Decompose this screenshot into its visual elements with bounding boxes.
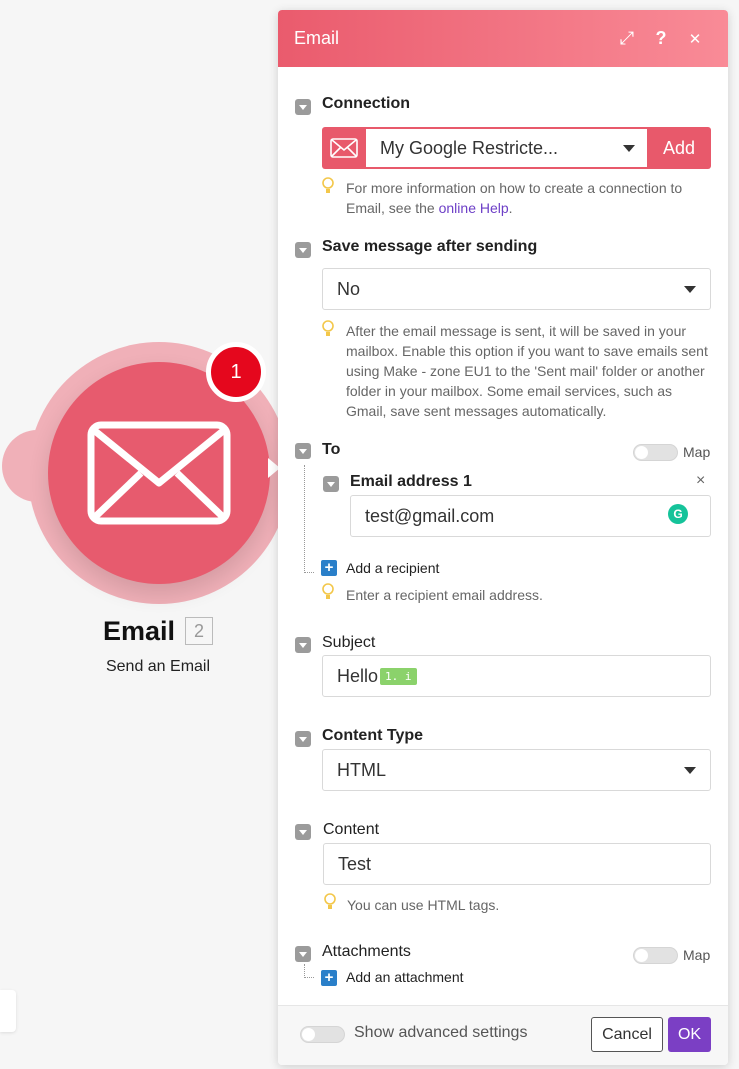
content-input[interactable]: Test [323, 843, 711, 885]
close-icon[interactable]: ✕ [678, 30, 712, 48]
to-collapse-toggle[interactable] [295, 443, 311, 459]
add-recipient-button[interactable]: Add a recipient [346, 560, 439, 576]
save-message-value: No [337, 278, 361, 299]
add-attachment-icon[interactable]: + [321, 970, 337, 986]
canvas-left-tab[interactable] [0, 990, 16, 1032]
advanced-settings-toggle[interactable] [300, 1026, 345, 1043]
to-map-toggle[interactable] [633, 444, 678, 461]
module-subtitle: Send an Email [105, 658, 211, 675]
connection-select-value: My Google Restricte... [380, 137, 559, 158]
email-module[interactable]: 1 Email 2 Send an Email [0, 330, 300, 710]
module-settings-panel: Email ⤢ ? ✕ Connection My Google Restric… [278, 10, 728, 1065]
subject-text: Hello [337, 665, 379, 686]
connection-select[interactable]: My Google Restricte... [366, 129, 647, 167]
attachments-map-label: Map [683, 947, 711, 963]
subject-input[interactable]: Hello 1. i [322, 655, 711, 697]
chevron-down-icon [684, 286, 696, 293]
connection-hint: For more information on how to create a … [346, 178, 706, 218]
content-hint: You can use HTML tags. [347, 897, 500, 913]
connection-hint-text: For more information on how to create a … [346, 180, 683, 216]
expand-icon[interactable]: ⤢ [610, 28, 644, 49]
to-map-label: Map [683, 444, 711, 460]
email-address-value: test@gmail.com [365, 505, 495, 526]
chevron-down-icon [684, 767, 696, 774]
attachments-collapse-toggle[interactable] [295, 946, 311, 962]
connection-envelope-icon [322, 127, 366, 169]
connection-label: Connection [322, 95, 410, 112]
subject-label: Subject [322, 634, 376, 651]
panel-title: Email [294, 28, 340, 48]
subject-collapse-toggle[interactable] [295, 637, 311, 653]
tree-connector [304, 465, 314, 573]
content-label: Content [323, 821, 380, 838]
content-value: Test [338, 853, 372, 874]
help-icon[interactable]: ? [644, 28, 678, 49]
email-address-label: Email address 1 [350, 473, 472, 490]
panel-header: Email ⤢ ? ✕ [278, 10, 728, 67]
content-collapse-toggle[interactable] [295, 824, 311, 840]
content-type-value: HTML [337, 759, 386, 780]
envelope-icon [87, 421, 231, 525]
save-message-label: Save message after sending [322, 238, 538, 255]
panel-footer: Show advanced settings Cancel OK [278, 1005, 728, 1065]
connection-collapse-toggle[interactable] [295, 99, 311, 115]
to-label: To [322, 441, 341, 458]
attachments-map-toggle[interactable] [633, 947, 678, 964]
save-message-select[interactable]: No [322, 268, 711, 310]
lightbulb-icon [322, 320, 334, 336]
content-type-collapse-toggle[interactable] [295, 731, 311, 747]
remove-recipient-icon[interactable]: × [696, 472, 705, 490]
module-title-text: Email [102, 616, 176, 646]
add-recipient-icon[interactable]: + [321, 560, 337, 576]
grammarly-icon[interactable]: G [668, 504, 688, 524]
lightbulb-icon [322, 583, 334, 599]
attachments-label: Attachments [322, 943, 411, 960]
connection-picker: My Google Restricte... Add [322, 127, 711, 169]
email-address-collapse-toggle[interactable] [323, 476, 339, 492]
module-title: Email 2 [0, 616, 316, 647]
ok-button[interactable]: OK [668, 1017, 711, 1052]
tree-connector [304, 964, 314, 978]
online-help-link[interactable]: online Help [439, 200, 509, 216]
add-attachment-button[interactable]: Add an attachment [346, 969, 464, 985]
operation-count-badge[interactable]: 1 [206, 342, 266, 402]
email-address-input[interactable]: test@gmail.com G [350, 495, 711, 537]
content-type-select[interactable]: HTML [322, 749, 711, 791]
save-message-hint: After the email message is sent, it will… [346, 323, 708, 419]
cancel-button[interactable]: Cancel [591, 1017, 663, 1052]
add-connection-button[interactable]: Add [647, 127, 711, 169]
lightbulb-icon [324, 893, 336, 909]
content-type-label: Content Type [322, 727, 424, 744]
mapped-variable-chip[interactable]: 1. i [380, 667, 417, 685]
advanced-settings-label: Show advanced settings [354, 1024, 528, 1041]
module-number: 2 [185, 617, 214, 645]
chevron-down-icon [623, 145, 635, 152]
panel-body: Connection My Google Restricte... Add Fo… [278, 67, 728, 1002]
lightbulb-icon [322, 177, 334, 193]
connection-hint-suffix: . [508, 200, 513, 216]
save-message-collapse-toggle[interactable] [295, 242, 311, 258]
recipient-hint: Enter a recipient email address. [346, 587, 543, 603]
